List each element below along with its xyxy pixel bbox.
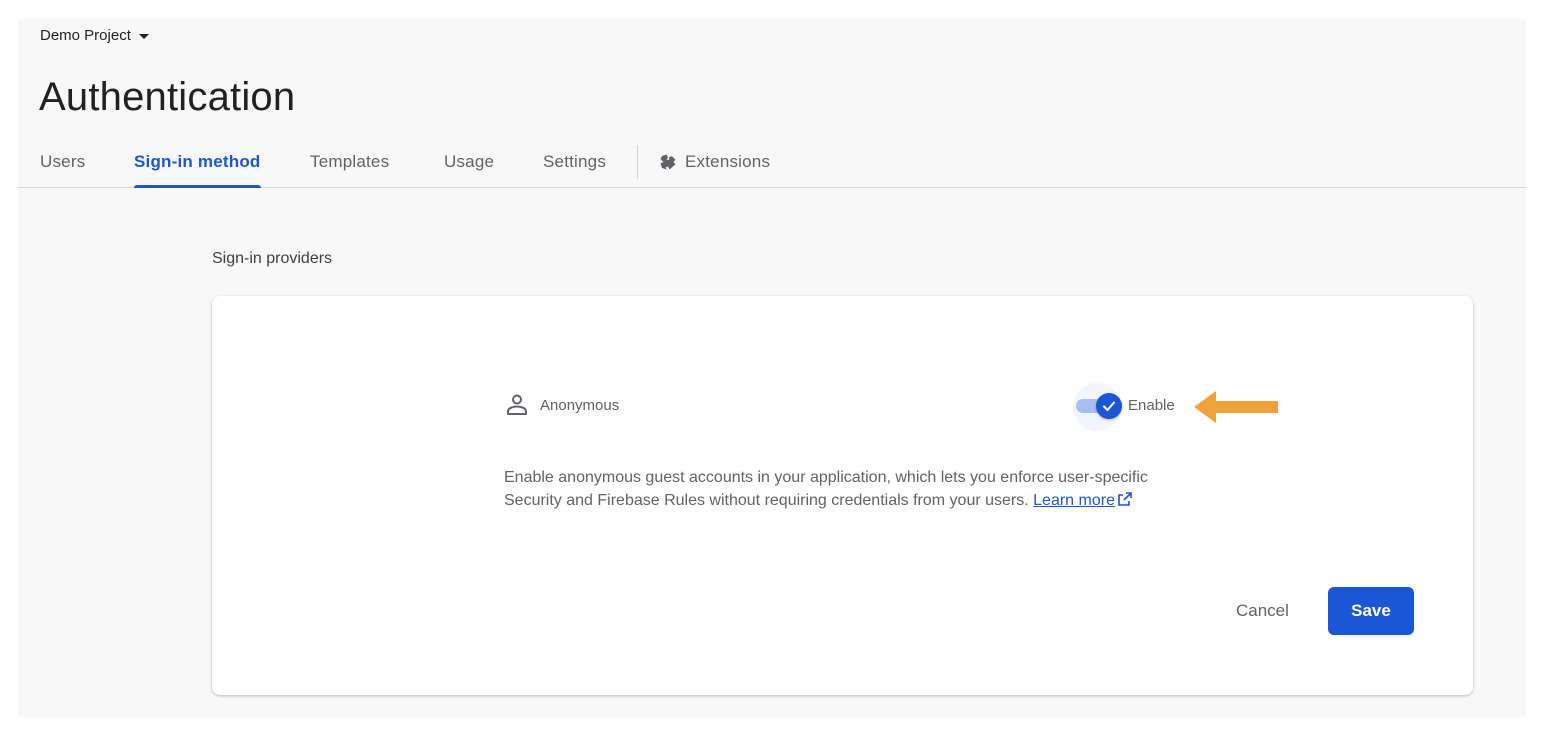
toggle-knob bbox=[1096, 393, 1122, 419]
external-link-icon[interactable] bbox=[1117, 491, 1133, 507]
caret-down-icon bbox=[138, 34, 149, 39]
extensions-puzzle-icon bbox=[660, 154, 676, 170]
tab-users[interactable]: Users bbox=[40, 152, 85, 188]
page-title: Authentication bbox=[39, 75, 296, 119]
project-name: Demo Project bbox=[40, 27, 131, 44]
enable-toggle-group: Enable bbox=[1068, 383, 1175, 431]
enable-toggle[interactable] bbox=[1068, 383, 1122, 431]
person-icon bbox=[507, 394, 527, 415]
tab-divider bbox=[637, 145, 638, 179]
save-button[interactable]: Save bbox=[1328, 587, 1414, 635]
provider-description: Enable anonymous guest accounts in your … bbox=[504, 466, 1194, 512]
cancel-button[interactable]: Cancel bbox=[1222, 588, 1303, 634]
tab-extensions-label: Extensions bbox=[685, 152, 771, 171]
annotation-arrow-icon bbox=[1194, 391, 1278, 423]
tab-usage[interactable]: Usage bbox=[444, 152, 494, 188]
check-icon bbox=[1103, 401, 1115, 411]
console-page: Demo Project Authentication Users Sign-i… bbox=[18, 19, 1526, 717]
provider-card: Anonymous Enable Enable anonymous guest … bbox=[212, 296, 1473, 695]
section-label: Sign-in providers bbox=[212, 250, 333, 267]
provider-row: Anonymous bbox=[504, 392, 619, 418]
project-selector[interactable]: Demo Project bbox=[40, 27, 149, 44]
tab-templates[interactable]: Templates bbox=[310, 152, 389, 188]
toggle-label: Enable bbox=[1128, 396, 1175, 414]
tab-extensions[interactable]: Extensions bbox=[659, 152, 770, 188]
tab-settings[interactable]: Settings bbox=[543, 152, 606, 188]
provider-name: Anonymous bbox=[540, 396, 620, 414]
tab-sign-in-method[interactable]: Sign-in method bbox=[134, 152, 261, 188]
tab-bar: Users Sign-in method Templates Usage Set… bbox=[18, 145, 1526, 188]
learn-more-link[interactable]: Learn more bbox=[1033, 492, 1115, 509]
